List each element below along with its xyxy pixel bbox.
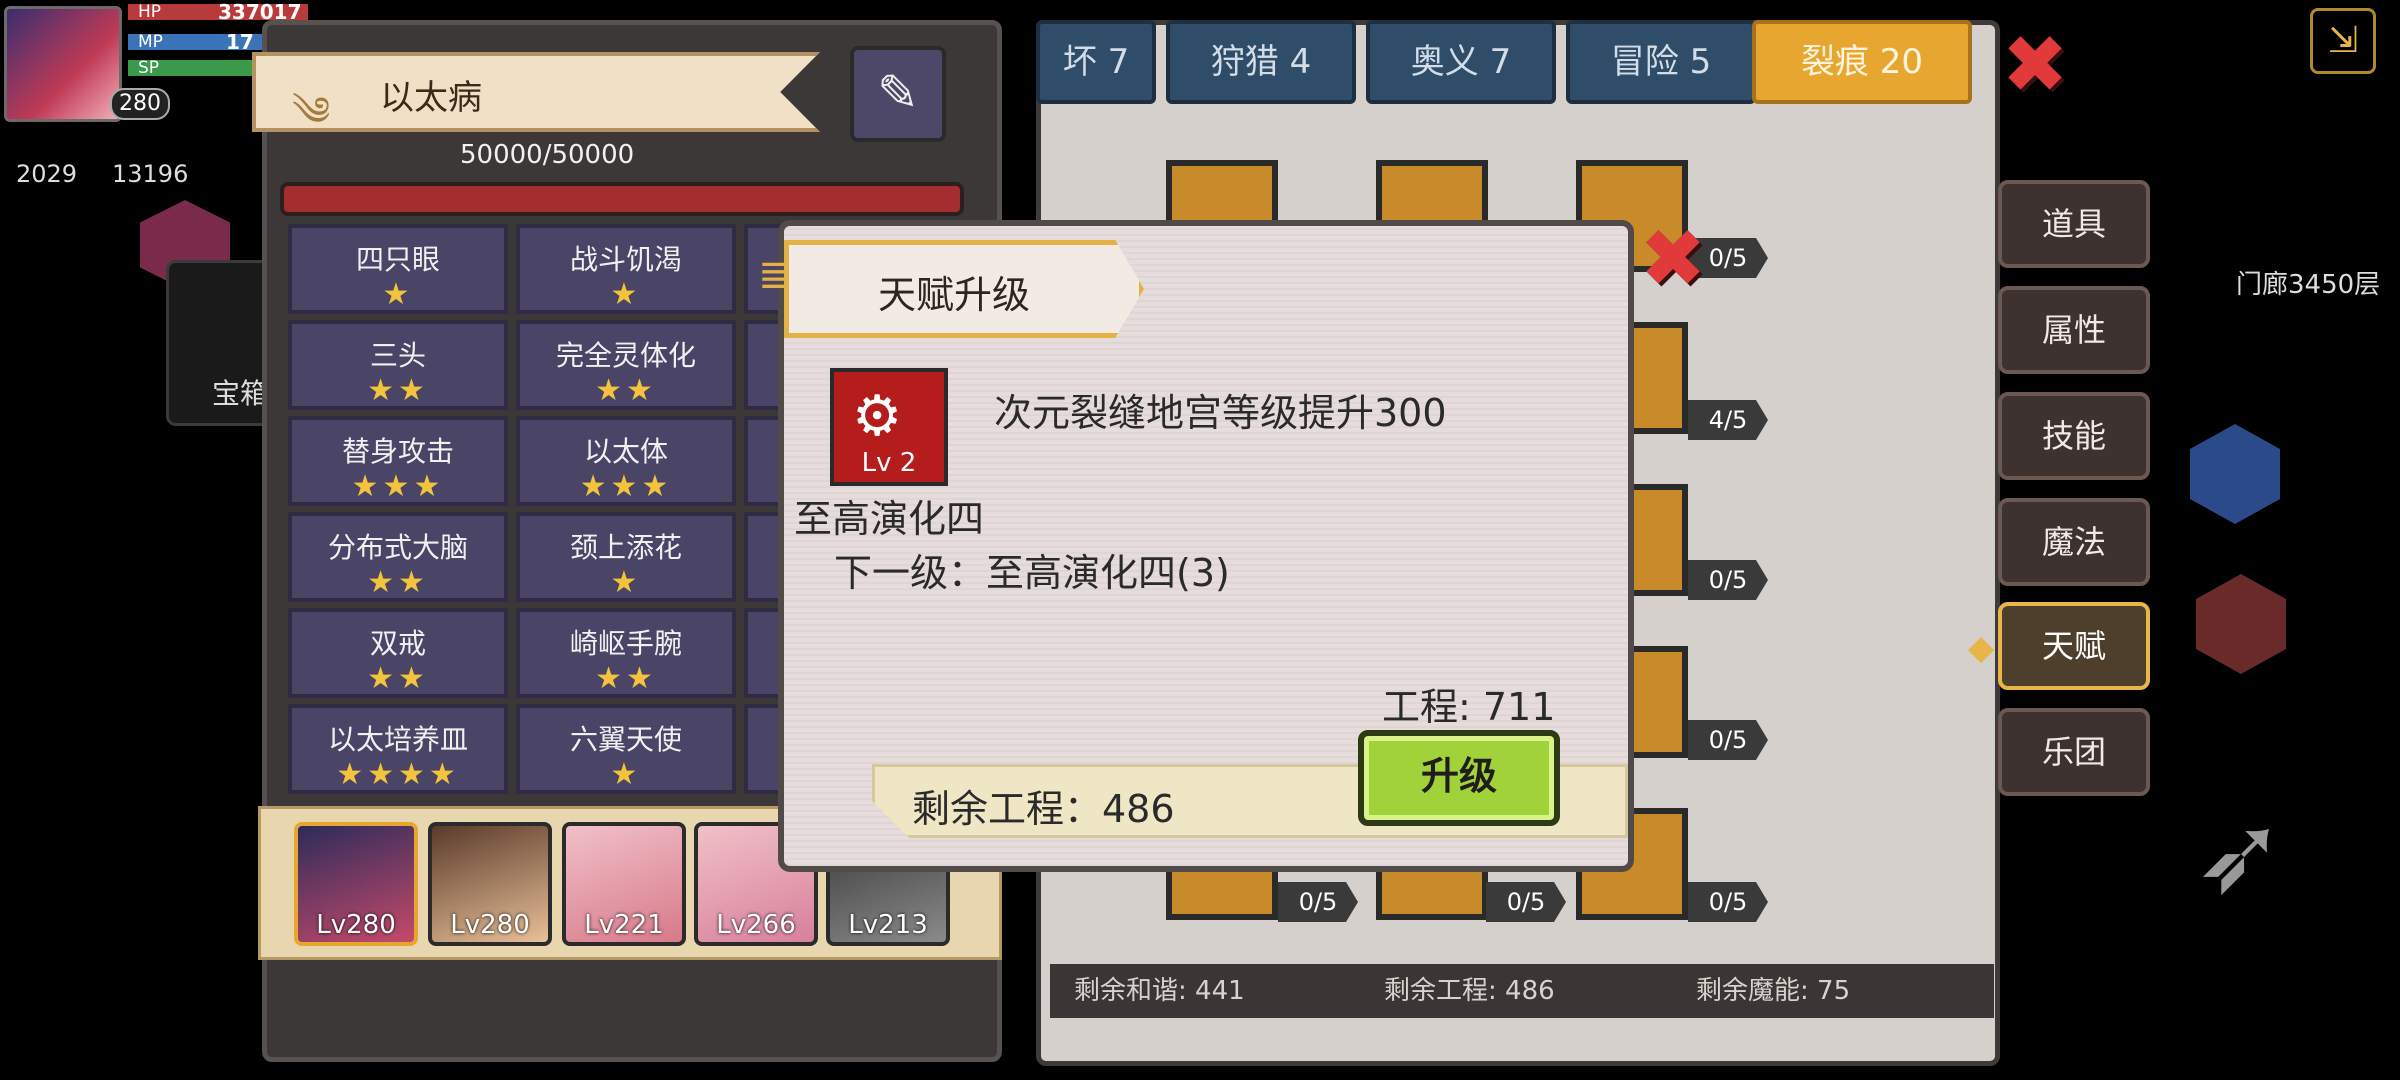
- trait-name: 四只眼: [355, 243, 440, 276]
- trait-stars: ★: [382, 277, 414, 312]
- menu-items[interactable]: 道具: [1998, 180, 2150, 268]
- character-slot[interactable]: Lv280: [294, 822, 418, 946]
- trait-stars: ★★: [595, 661, 657, 696]
- trait-name: 崎岖手腕: [569, 627, 682, 660]
- trait-cell[interactable]: 替身攻击 ★★★: [288, 416, 508, 506]
- tab-adventure[interactable]: 冒险 5: [1566, 20, 1756, 104]
- trait-title: 以太病: [380, 78, 482, 118]
- trait-hp-bar: [280, 182, 964, 216]
- node-count: 0/5: [1688, 560, 1768, 600]
- water-skill-icon[interactable]: [2190, 424, 2280, 524]
- stat-2: 13196: [112, 160, 189, 188]
- node-count: 0/5: [1688, 882, 1768, 922]
- menu-magic[interactable]: 魔法: [1998, 498, 2150, 586]
- trait-stars: ★★: [367, 373, 429, 408]
- resource-footer: 剩余和谐: 441 剩余工程: 486 剩余魔能: 75: [1050, 964, 1994, 1018]
- trait-cell[interactable]: 分布式大脑 ★★: [288, 512, 508, 602]
- trait-name: 以太体: [583, 435, 668, 468]
- node-count: 0/5: [1486, 882, 1566, 922]
- syringe-icon[interactable]: ✎: [850, 46, 946, 142]
- trait-name: 三头: [369, 339, 426, 372]
- character-level: Lv213: [848, 910, 928, 940]
- demon-skill-icon[interactable]: [2196, 574, 2286, 674]
- character-level: Lv280: [316, 910, 396, 940]
- trait-name: 以太培养皿: [327, 723, 468, 756]
- trait-stars: ★★: [595, 373, 657, 408]
- trait-cell[interactable]: 完全灵体化 ★★: [516, 320, 736, 410]
- board-close-icon[interactable]: ✖: [1998, 25, 2072, 105]
- wind-icon: ༄: [292, 89, 331, 135]
- node-count: 0/5: [1688, 720, 1768, 760]
- menu-talent[interactable]: 天赋: [1998, 602, 2150, 690]
- exit-icon[interactable]: ⇲: [2310, 8, 2376, 74]
- upgrade-cost: 工程: 711: [1382, 685, 1556, 729]
- trait-name: 分布式大脑: [327, 531, 468, 564]
- node-count: 4/5: [1688, 400, 1768, 440]
- trait-name: 颈上添花: [569, 531, 682, 564]
- gear-icon: ⚙: [852, 384, 903, 449]
- menu-attributes[interactable]: 属性: [1998, 286, 2150, 374]
- player-avatar[interactable]: [4, 6, 122, 122]
- mp-value: 17: [226, 30, 254, 54]
- trait-name: 战斗饥渴: [569, 243, 682, 276]
- menu-pointer-icon: ◆: [1968, 628, 1995, 668]
- upgrade-button[interactable]: 升级: [1358, 730, 1560, 826]
- trait-hp-text: 50000/50000: [460, 140, 635, 170]
- skill-description: 次元裂缝地宫等级提升300: [994, 391, 1447, 435]
- remaining-engineering: 剩余工程: 486: [1384, 976, 1555, 1006]
- trait-cell[interactable]: 四只眼 ★: [288, 224, 508, 314]
- remaining-magic: 剩余魔能: 75: [1696, 976, 1851, 1006]
- trait-cell[interactable]: 三头 ★★: [288, 320, 508, 410]
- remaining-engineering-text: 剩余工程：486: [912, 787, 1175, 831]
- next-level-text: 下一级：至高演化四(3): [834, 551, 1230, 595]
- trait-stars: ★★★: [351, 469, 445, 504]
- trait-name: 替身攻击: [341, 435, 454, 468]
- tab-mystery[interactable]: 奥义 7: [1366, 20, 1556, 104]
- character-slot[interactable]: Lv221: [562, 822, 686, 946]
- tab-first[interactable]: 坏 7: [1036, 20, 1156, 104]
- trait-stars: ★: [610, 277, 642, 312]
- menu-band[interactable]: 乐团: [1998, 708, 2150, 796]
- bow-icon[interactable]: ➶: [2194, 790, 2286, 918]
- trait-stars: ★★★★: [336, 757, 460, 792]
- dialog-title: 天赋升级: [878, 273, 1031, 317]
- tab-rift[interactable]: 裂痕 20: [1752, 20, 1972, 104]
- trait-name: 完全灵体化: [555, 339, 696, 372]
- trait-stars: ★: [610, 565, 642, 600]
- menu-skills[interactable]: 技能: [1998, 392, 2150, 480]
- character-level: Lv266: [716, 910, 796, 940]
- trait-cell[interactable]: 双戒 ★★: [288, 608, 508, 698]
- trait-stars: ★: [610, 757, 642, 792]
- skill-level: Lv 2: [861, 448, 917, 478]
- trait-name: 六翼天使: [569, 723, 682, 756]
- dialog-close-icon[interactable]: ✖: [1636, 219, 1710, 299]
- trait-stars: ★★: [367, 661, 429, 696]
- trait-name: 双戒: [369, 627, 426, 660]
- trait-cell[interactable]: 六翼天使 ★: [516, 704, 736, 794]
- trait-cell[interactable]: 颈上添花 ★: [516, 512, 736, 602]
- player-level-badge: 280: [110, 88, 170, 120]
- character-level: Lv221: [584, 910, 664, 940]
- floor-label: 门廊3450层: [2236, 270, 2381, 300]
- remaining-harmony: 剩余和谐: 441: [1074, 976, 1245, 1006]
- trait-cell[interactable]: 战斗饥渴 ★: [516, 224, 736, 314]
- trait-stars: ★★★: [579, 469, 673, 504]
- trait-stars: ★★: [367, 565, 429, 600]
- trait-cell[interactable]: 以太培养皿 ★★★★: [288, 704, 508, 794]
- skill-name: 至高演化四: [794, 497, 985, 541]
- trait-cell[interactable]: 崎岖手腕 ★★: [516, 608, 736, 698]
- trait-cell[interactable]: 以太体 ★★★: [516, 416, 736, 506]
- tab-hunt[interactable]: 狩猎 4: [1166, 20, 1356, 104]
- character-level: Lv280: [450, 910, 530, 940]
- character-slot[interactable]: Lv280: [428, 822, 552, 946]
- chest-label: 宝箱: [212, 377, 269, 410]
- trait-title-ribbon: [252, 52, 820, 132]
- stat-1: 2029: [16, 160, 78, 188]
- node-count: 0/5: [1278, 882, 1358, 922]
- scroll-icon: ≣: [758, 252, 792, 298]
